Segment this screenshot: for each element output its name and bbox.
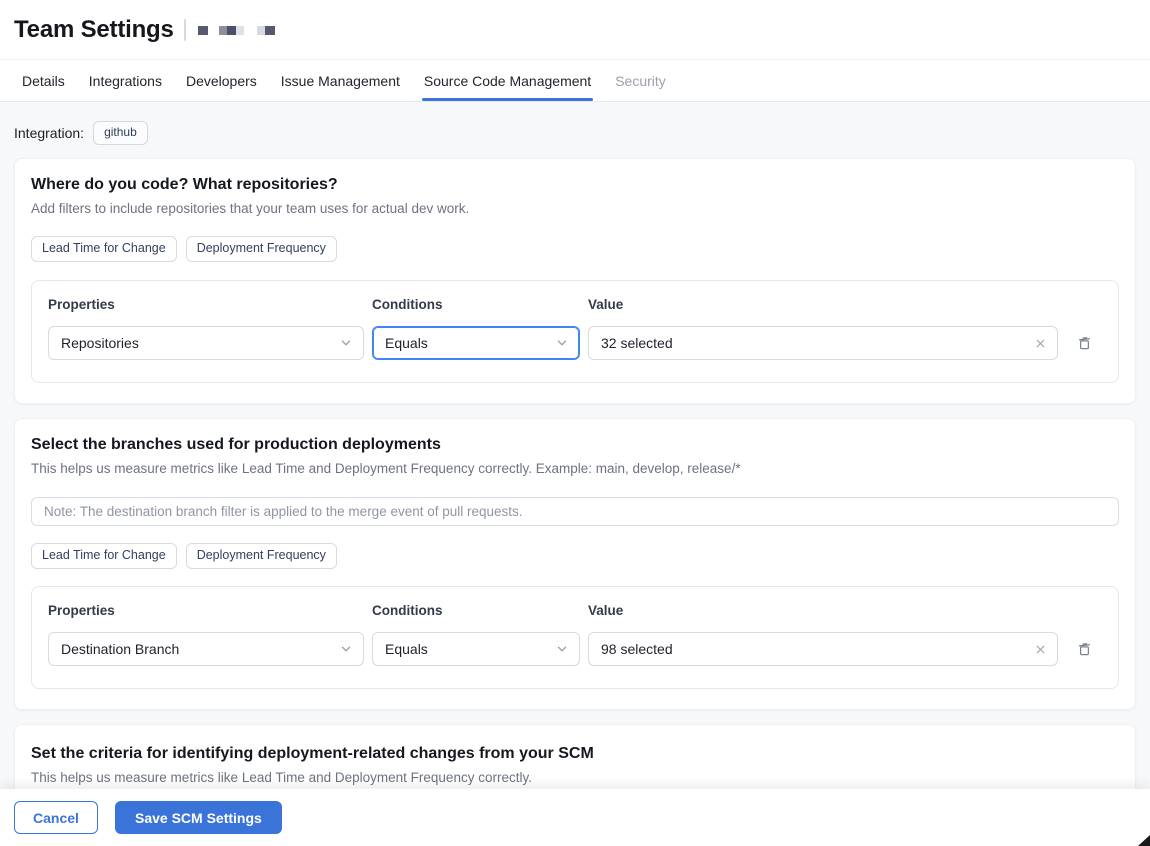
page-title: Team Settings	[14, 16, 174, 43]
value-label: Value	[588, 603, 624, 618]
redaction-block	[226, 25, 236, 35]
properties-label: Properties	[48, 603, 115, 618]
tab-source-code-management[interactable]: Source Code Management	[421, 60, 594, 101]
tab-label: Integrations	[88, 72, 162, 89]
repositories-filter-box: Properties Conditions Value Repositories…	[31, 280, 1119, 383]
title-row: Team Settings	[14, 16, 1136, 44]
metric-tag-row: Lead Time for Change Deployment Frequenc…	[31, 236, 1119, 262]
property-select[interactable]: Repositories	[48, 326, 364, 360]
tab-label: Source Code Management	[423, 72, 592, 89]
redaction-block	[256, 25, 265, 35]
integration-provider-chip[interactable]: github	[93, 121, 148, 145]
tab-label: Developers	[185, 72, 257, 89]
tag-lead-time-for-change[interactable]: Lead Time for Change	[31, 236, 177, 262]
clear-selection-icon[interactable]	[1034, 643, 1047, 656]
footer-action-bar: Cancel Save SCM Settings	[0, 789, 1150, 846]
chevron-down-icon	[555, 336, 569, 350]
card-subtitle: This helps us measure metrics like Lead …	[31, 770, 532, 785]
tab-integrations[interactable]: Integrations	[89, 60, 162, 101]
condition-select-value: Equals	[385, 641, 428, 657]
properties-label: Properties	[48, 297, 115, 312]
redaction-block	[264, 25, 275, 35]
tab-active-underline	[421, 98, 594, 101]
redaction-block	[218, 25, 227, 35]
property-select-value: Destination Branch	[61, 641, 180, 657]
property-select[interactable]: Destination Branch	[48, 632, 364, 666]
property-select-value: Repositories	[61, 335, 139, 351]
card-title: Set the criteria for identifying deploym…	[31, 745, 594, 762]
cursor-artifact	[1138, 835, 1150, 846]
card-title: Where do you code? What repositories?	[31, 176, 338, 193]
tab-label: Issue Management	[280, 72, 400, 89]
tab-security: Security	[615, 60, 666, 101]
branches-card: Select the branches used for production …	[14, 418, 1136, 710]
main-content: Integration: github Where do you code? W…	[0, 121, 1150, 806]
value-multiselect-text: 98 selected	[601, 641, 673, 657]
save-scm-settings-button[interactable]: Save SCM Settings	[115, 801, 282, 834]
condition-select[interactable]: Equals	[372, 326, 580, 360]
page-header: Team Settings	[0, 0, 1150, 60]
condition-select[interactable]: Equals	[372, 632, 580, 666]
tag-deployment-frequency[interactable]: Deployment Frequency	[185, 543, 337, 569]
branch-note-input[interactable]	[31, 497, 1119, 526]
branches-filter-box: Properties Conditions Value Destination …	[31, 586, 1119, 689]
clear-selection-icon[interactable]	[1034, 337, 1047, 350]
delete-filter-button[interactable]	[1066, 326, 1102, 360]
tab-bar: Details Integrations Developers Issue Ma…	[0, 60, 1150, 102]
redacted-team-name	[197, 25, 275, 35]
tag-lead-time-for-change[interactable]: Lead Time for Change	[31, 543, 177, 569]
chevron-down-icon	[339, 336, 353, 350]
title-divider	[183, 19, 186, 41]
trash-icon	[1078, 643, 1090, 656]
card-subtitle: This helps us measure metrics like Lead …	[31, 461, 741, 476]
tab-issue-management[interactable]: Issue Management	[281, 60, 400, 101]
value-multiselect[interactable]: 32 selected	[588, 326, 1058, 360]
cancel-button[interactable]: Cancel	[14, 801, 98, 834]
conditions-label: Conditions	[372, 603, 443, 618]
trash-icon	[1078, 337, 1090, 350]
condition-select-value: Equals	[385, 335, 428, 351]
tab-label: Details	[22, 72, 65, 89]
conditions-label: Conditions	[372, 297, 443, 312]
chevron-down-icon	[555, 642, 569, 656]
tab-details[interactable]: Details	[22, 60, 65, 101]
metric-tag-row: Lead Time for Change Deployment Frequenc…	[31, 543, 1119, 569]
card-subtitle: Add filters to include repositories that…	[31, 201, 470, 216]
tab-label: Security	[615, 72, 666, 89]
integration-label: Integration:	[14, 125, 85, 141]
redaction-block	[235, 25, 244, 35]
value-multiselect[interactable]: 98 selected	[588, 632, 1058, 666]
tab-developers[interactable]: Developers	[186, 60, 257, 101]
repositories-card: Where do you code? What repositories? Ad…	[14, 158, 1136, 404]
value-label: Value	[588, 297, 624, 312]
tag-deployment-frequency[interactable]: Deployment Frequency	[185, 236, 337, 262]
card-title: Select the branches used for production …	[31, 436, 441, 453]
chevron-down-icon	[339, 642, 353, 656]
integration-row: Integration: github	[14, 121, 1136, 145]
value-multiselect-text: 32 selected	[601, 335, 673, 351]
delete-filter-button[interactable]	[1066, 632, 1102, 666]
redaction-block	[197, 25, 208, 35]
